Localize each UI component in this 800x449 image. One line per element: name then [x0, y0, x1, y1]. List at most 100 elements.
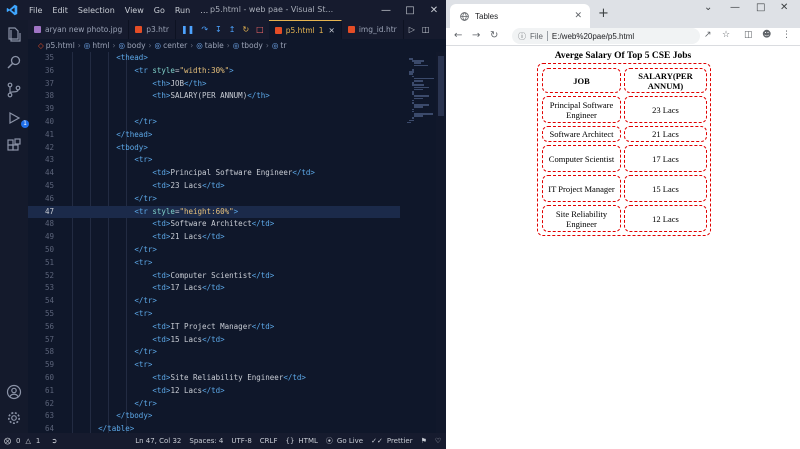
menu-view[interactable]: View [120, 6, 149, 15]
forward-arrow-icon[interactable]: → [472, 30, 480, 41]
step-into-icon[interactable]: ↧ [215, 25, 222, 34]
error-icon[interactable]: ⨂ [0, 437, 15, 445]
cursor-position[interactable]: Ln 47, Col 32 [131, 437, 185, 445]
scrollbar-thumb[interactable] [438, 56, 444, 116]
go-live-button[interactable]: Go Live [337, 437, 367, 445]
indentation[interactable]: Spaces: 4 [185, 437, 227, 445]
code-line[interactable]: 62 </tr> [28, 398, 400, 411]
live-share-icon[interactable]: ➲ [47, 437, 61, 445]
code-line[interactable]: 50 </tr> [28, 244, 400, 257]
code-line[interactable]: 43 <tr> [28, 154, 400, 167]
reload-icon[interactable]: ↻ [490, 30, 498, 41]
code-line[interactable]: 36 <tr style="width:30%"> [28, 65, 400, 78]
tab-photo[interactable]: aryan new photo.jpg [28, 20, 130, 39]
close-icon[interactable]: ✕ [329, 26, 335, 35]
run-icon[interactable]: ▷ [409, 25, 415, 34]
code-line[interactable]: 64 </table> [28, 423, 400, 433]
pause-icon[interactable]: ❚❚ [181, 25, 194, 34]
address-bar[interactable]: ⓘ File E:/web%20pae/p5.html [512, 28, 700, 44]
code-line[interactable]: 39 [28, 103, 400, 116]
code-line[interactable]: 49 <td>21 Lacs</td> [28, 231, 400, 244]
info-icon[interactable]: ⓘ [518, 31, 526, 42]
split-editor-icon[interactable]: ◫ [422, 25, 430, 34]
step-out-icon[interactable]: ↥ [229, 25, 236, 34]
feedback-icon[interactable]: ⚑ [417, 437, 431, 445]
close-icon[interactable]: ✕ [780, 2, 788, 13]
code-line[interactable]: 61 <td>12 Lacs</td> [28, 385, 400, 398]
code-line[interactable]: 63 </tbody> [28, 410, 400, 423]
browser-tab-tables[interactable]: Tables ✕ [450, 4, 590, 28]
code-line[interactable]: 56 <td>IT Project Manager</td> [28, 321, 400, 334]
notifications-bell-icon[interactable]: ♡ [431, 437, 445, 445]
code-line[interactable]: 46 </tr> [28, 193, 400, 206]
breadcrumb-item[interactable]: center [163, 41, 187, 50]
encoding[interactable]: UTF-8 [227, 437, 255, 445]
run-debug-icon[interactable]: 1 [6, 110, 29, 128]
prettier-button[interactable]: Prettier [387, 437, 417, 445]
line-ending[interactable]: CRLF [256, 437, 282, 445]
code-line[interactable]: 51 <tr> [28, 257, 400, 270]
minimize-icon[interactable]: — [374, 0, 398, 20]
extensions-icon[interactable] [6, 138, 22, 154]
warning-icon[interactable]: △ [21, 437, 34, 445]
account-icon[interactable] [6, 384, 22, 400]
broadcast-icon[interactable]: ⦿ [322, 436, 337, 446]
new-tab-plus-icon[interactable]: + [598, 6, 609, 21]
sidepanel-icon[interactable]: ◫ [744, 30, 753, 40]
source-control-icon[interactable] [6, 82, 22, 98]
close-icon[interactable]: ✕ [574, 10, 582, 21]
breadcrumb-item[interactable]: html [92, 41, 109, 50]
code-line[interactable]: 53 <td>17 Lacs</td> [28, 282, 400, 295]
code-line[interactable]: 38 <th>SALARY(PER ANNUM)</th> [28, 90, 400, 103]
menu-go[interactable]: Go [149, 6, 170, 15]
code-line[interactable]: 60 <td>Site Reliability Engineer</td> [28, 372, 400, 385]
menu-edit[interactable]: Edit [47, 6, 73, 15]
menu-run[interactable]: Run [170, 6, 195, 15]
tab-p3[interactable]: p3.htr [129, 20, 176, 39]
chevron-down-icon[interactable]: ⌄ [704, 2, 712, 13]
step-over-icon[interactable]: ↷ [201, 25, 208, 34]
stop-icon[interactable]: □ [256, 25, 264, 34]
code-line[interactable]: 44 <td>Principal Software Engineer</td> [28, 167, 400, 180]
code-line[interactable]: 41 </thead> [28, 129, 400, 142]
maximize-icon[interactable]: □ [398, 0, 422, 20]
share-icon[interactable]: ↗ [704, 30, 712, 40]
minimize-icon[interactable]: — [730, 2, 740, 13]
code-line[interactable]: 58 </tr> [28, 346, 400, 359]
code-line[interactable]: 54 </tr> [28, 295, 400, 308]
code-line[interactable]: 55 <tr> [28, 308, 400, 321]
profile-icon[interactable]: ☻ [762, 30, 771, 40]
bookmark-star-icon[interactable]: ☆ [722, 30, 730, 40]
language-mode[interactable]: HTML [298, 437, 321, 445]
breadcrumb-item[interactable]: tr [280, 41, 286, 50]
code-line[interactable]: 40 </tr> [28, 116, 400, 129]
braces-icon[interactable]: {} [281, 437, 298, 445]
breadcrumb-item[interactable]: body [127, 41, 146, 50]
code-line[interactable]: 52 <td>Computer Scientist</td> [28, 270, 400, 283]
breadcrumb-item[interactable]: p5.html [46, 41, 75, 50]
code-line[interactable]: 37 <th>JOB</th> [28, 78, 400, 91]
minimap[interactable] [400, 52, 436, 433]
tab-p5-active[interactable]: p5.html 1 ✕ [268, 20, 342, 39]
menu-file[interactable]: File [24, 6, 47, 15]
menu-selection[interactable]: Selection [73, 6, 120, 15]
code-line[interactable]: 42 <tbody> [28, 142, 400, 155]
code-line[interactable]: 59 <tr> [28, 359, 400, 372]
code-editor[interactable]: 35 <thead> 36 <tr style="width:30%"> 37 <th>J… [28, 52, 400, 433]
breadcrumb-item[interactable]: table [205, 41, 224, 50]
code-line[interactable]: 57 <td>15 Lacs</td> [28, 334, 400, 347]
maximize-icon[interactable]: □ [756, 2, 765, 13]
code-line[interactable]: 48 <td>Software Architect</td> [28, 218, 400, 231]
settings-gear-icon[interactable] [6, 410, 22, 426]
url-text[interactable]: E:/web%20pae/p5.html [552, 32, 634, 41]
close-icon[interactable]: ✕ [422, 0, 446, 20]
kebab-menu-icon[interactable]: ⋮ [782, 30, 791, 40]
search-icon[interactable] [6, 54, 22, 70]
breadcrumb-item[interactable]: tbody [241, 41, 263, 50]
code-line[interactable]: 45 <td>23 Lacs</td> [28, 180, 400, 193]
editor-scrollbar[interactable] [436, 52, 446, 433]
tab-img-id[interactable]: img_id.htr [342, 20, 404, 39]
restart-icon[interactable]: ↻ [242, 25, 249, 34]
code-line[interactable]: 47 <tr style="height:60%"> [28, 205, 400, 219]
back-arrow-icon[interactable]: ← [454, 30, 462, 41]
